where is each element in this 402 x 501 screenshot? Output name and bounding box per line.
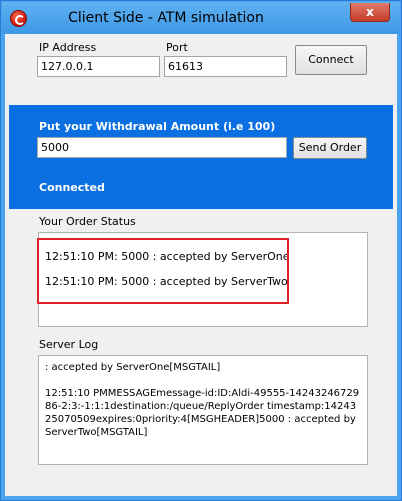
order-status-list[interactable]: 12:51:10 PM: 5000 : accepted by ServerOn… (37, 232, 368, 327)
window-title: Client Side - ATM simulation (68, 10, 264, 26)
withdrawal-panel: Put your Withdrawal Amount (i.e 100) Sen… (9, 105, 393, 209)
ip-address-input[interactable] (37, 56, 160, 77)
server-log-label: Server Log (39, 338, 99, 351)
title-bar[interactable]: Client Side - ATM simulation x (2, 2, 400, 34)
port-label: Port (166, 41, 188, 54)
connection-status: Connected (39, 181, 105, 194)
app-window: Client Side - ATM simulation x IP Addres… (0, 0, 402, 501)
order-status-label: Your Order Status (39, 215, 136, 228)
server-log-box[interactable]: : accepted by ServerOne[MSGTAIL] 12:51:1… (38, 355, 368, 465)
port-input[interactable] (164, 56, 287, 77)
withdrawal-amount-input[interactable] (37, 137, 287, 158)
ip-address-label: IP Address (39, 41, 97, 54)
highlight-annotation (37, 238, 289, 304)
client-area: IP Address Port Connect Put your Withdra… (9, 35, 393, 493)
close-icon[interactable]: x (350, 3, 390, 22)
withdrawal-prompt: Put your Withdrawal Amount (i.e 100) (39, 120, 276, 133)
send-order-button[interactable]: Send Order (293, 137, 367, 159)
server-log-text: : accepted by ServerOne[MSGTAIL] 12:51:1… (45, 362, 360, 438)
connect-button[interactable]: Connect (295, 45, 367, 75)
